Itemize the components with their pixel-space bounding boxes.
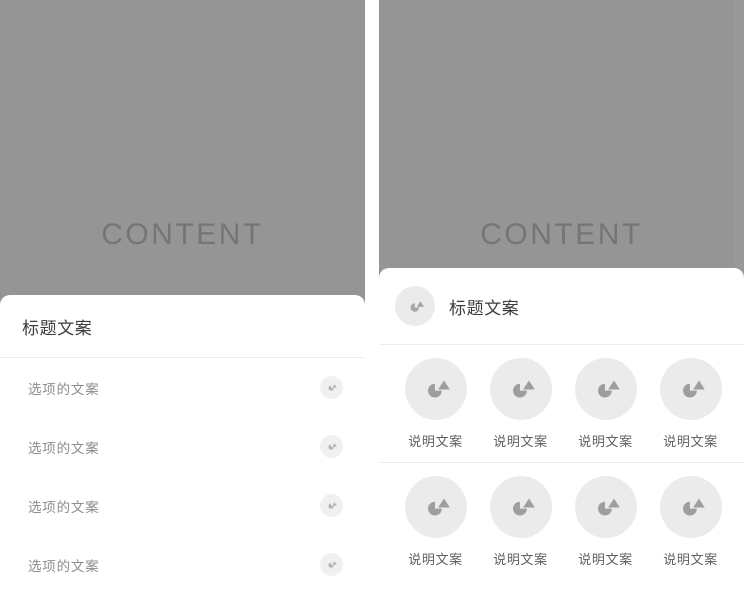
screenshot-stage: CONTENT 标题文案 选项的文案 选项的文案 选项的文案 选项的文案 CON… xyxy=(0,0,744,600)
brand-logo-icon[interactable] xyxy=(320,435,343,458)
grid-item-label: 说明文案 xyxy=(663,552,718,567)
grid-item-label: 说明文案 xyxy=(578,552,633,567)
list-sheet-panel: CONTENT 标题文案 选项的文案 选项的文案 选项的文案 选项的文案 xyxy=(0,0,365,600)
grid-item[interactable]: 说明文案 xyxy=(648,476,733,568)
option-list: 选项的文案 选项的文案 选项的文案 选项的文案 xyxy=(0,358,365,594)
brand-logo-icon xyxy=(404,476,467,538)
brand-logo-icon xyxy=(395,286,435,326)
brand-logo-icon[interactable] xyxy=(320,494,343,517)
grid-item[interactable]: 说明文案 xyxy=(393,357,478,450)
sheet-title: 标题文案 xyxy=(449,298,520,318)
brand-logo-icon xyxy=(489,357,552,420)
bottom-sheet: 标题文案 选项的文案 选项的文案 选项的文案 选项的文案 xyxy=(0,295,365,600)
list-item-label: 选项的文案 xyxy=(28,499,100,515)
icon-grid-row[interactable]: 说明文案 说明文案 说明文案 说明文案 xyxy=(379,345,744,463)
grid-item[interactable]: 说明文案 xyxy=(733,358,744,450)
grid-item-label: 说明文案 xyxy=(663,433,718,449)
sheet-header: 标题文案 xyxy=(0,295,365,358)
grid-item[interactable]: 说明文案 xyxy=(478,357,563,450)
grid-item-label: 说明文案 xyxy=(493,552,548,567)
grid-item-label: 说明文案 xyxy=(408,552,463,567)
grid-item-label: 说明文案 xyxy=(408,433,463,449)
grid-item-label: 说明文案 xyxy=(578,433,633,449)
brand-logo-icon xyxy=(574,476,637,538)
sheet-title: 标题文案 xyxy=(22,318,93,338)
content-watermark: CONTENT xyxy=(480,218,643,251)
brand-logo-icon xyxy=(659,357,722,420)
brand-logo-icon[interactable] xyxy=(320,553,343,576)
sheet-header: 标题文案 xyxy=(379,268,744,345)
grid-item[interactable]: 说明文案 xyxy=(648,357,733,450)
bottom-sheet: 标题文案 说明文案 说明文案 说明文案 说明文案 说明文案 说明文案 说明文案 … xyxy=(379,268,744,600)
brand-logo-icon xyxy=(404,357,467,420)
list-item-label: 选项的文案 xyxy=(28,558,100,574)
brand-logo-icon xyxy=(574,357,637,420)
grid-item[interactable]: 说明文案 xyxy=(563,357,648,450)
list-item[interactable]: 选项的文案 xyxy=(0,476,365,535)
brand-logo-icon[interactable] xyxy=(320,376,343,399)
list-item[interactable]: 选项的文案 xyxy=(0,417,365,476)
brand-logo-icon xyxy=(659,476,722,538)
grid-item[interactable]: 说明文案 xyxy=(478,476,563,568)
icon-grid-row[interactable]: 说明文案 说明文案 说明文案 说明文案 xyxy=(379,463,744,581)
grid-sheet-panel: CONTENT 标题文案 说明文案 说明文案 说明文案 说明文案 说明文案 说明… xyxy=(379,0,744,600)
list-item-label: 选项的文案 xyxy=(28,381,100,397)
grid-item-label: 说明文案 xyxy=(493,433,548,449)
list-item[interactable]: 选项的文案 xyxy=(0,535,365,594)
grid-item[interactable]: 说明文案 xyxy=(563,476,648,568)
list-item[interactable]: 选项的文案 xyxy=(0,358,365,417)
list-item-label: 选项的文案 xyxy=(28,440,100,456)
content-watermark: CONTENT xyxy=(101,218,264,251)
brand-logo-icon xyxy=(489,476,552,538)
grid-item[interactable]: 说明文案 xyxy=(733,476,744,568)
panel-separator xyxy=(365,0,379,600)
grid-item[interactable]: 说明文案 xyxy=(393,476,478,568)
